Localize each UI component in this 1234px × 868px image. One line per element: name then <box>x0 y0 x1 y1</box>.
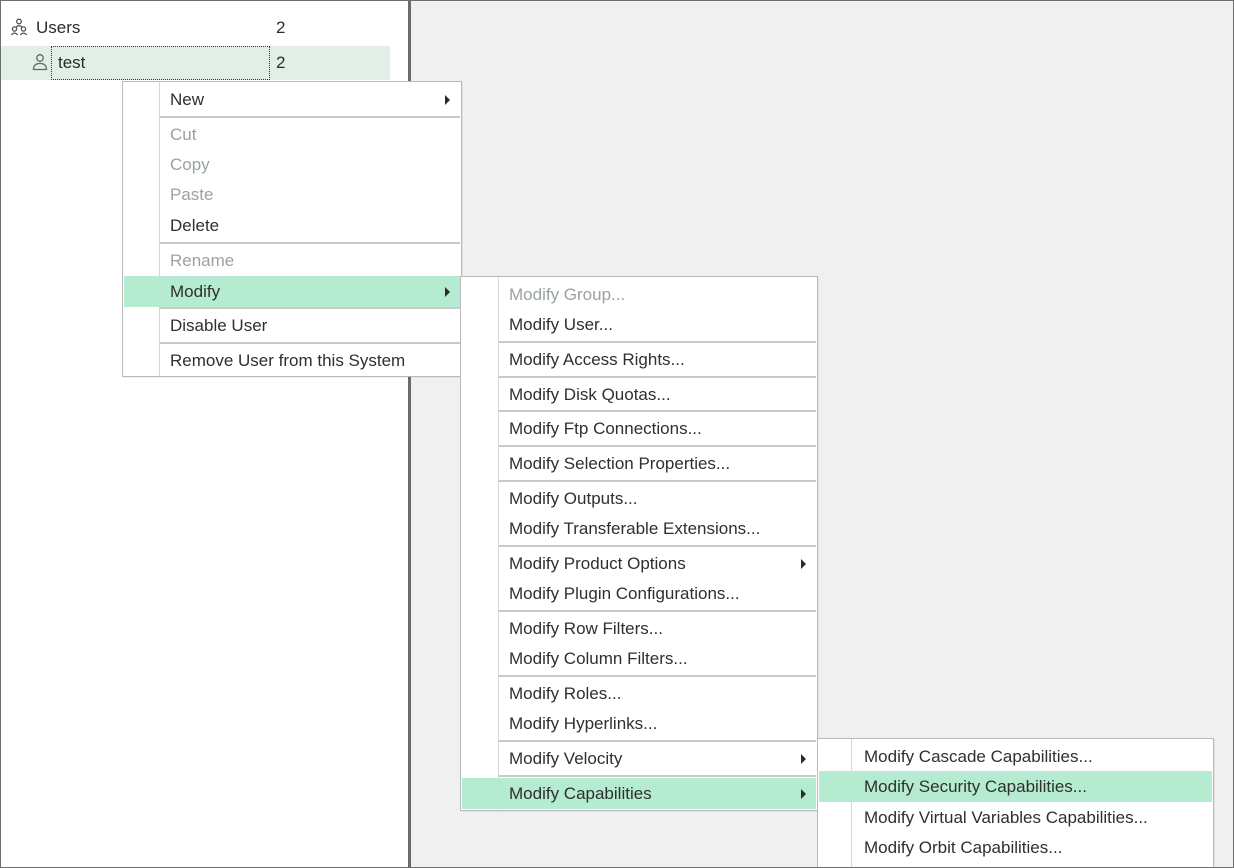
menu-item-modify-cascade-capabilities[interactable]: Modify Cascade Capabilities... <box>819 741 1212 772</box>
menu-item-label: Modify Access Rights... <box>509 349 685 369</box>
menu-separator <box>499 376 816 378</box>
menu-item-label: Modify Plugin Configurations... <box>509 583 740 603</box>
menu-item-modify-outputs[interactable]: Modify Outputs... <box>462 483 816 514</box>
menu-item-label: Disable User <box>170 315 268 335</box>
menu-item-remove-user[interactable]: Remove User from this System <box>124 345 460 376</box>
menu-item-label: Modify Velocity <box>509 748 623 768</box>
tree-node-users[interactable]: Users 2 <box>0 11 390 45</box>
context-menu: New Cut Copy Paste Delete Rename Modify … <box>122 81 462 377</box>
menu-separator <box>499 480 816 482</box>
menu-item-label: Modify Security Capabilities... <box>864 776 1087 796</box>
menu-separator <box>499 775 816 777</box>
menu-item-label: Modify Capabilities <box>509 783 652 803</box>
menu-item-label: Modify Ftp Connections... <box>509 418 702 438</box>
tree-node-label: test <box>51 46 270 80</box>
menu-item-rename[interactable]: Rename <box>124 245 460 276</box>
menu-separator <box>499 341 816 343</box>
menu-separator <box>499 740 816 742</box>
menu-item-modify-virtual-variables-capabilities[interactable]: Modify Virtual Variables Capabilities... <box>819 802 1212 833</box>
menu-separator <box>160 116 460 118</box>
menu-item-modify-plugin-configurations[interactable]: Modify Plugin Configurations... <box>462 578 816 609</box>
menu-item-paste[interactable]: Paste <box>124 179 460 210</box>
submenu-arrow-icon <box>801 753 806 764</box>
tree-node-count: 2 <box>276 18 286 37</box>
menu-item-label: Rename <box>170 250 235 270</box>
submenu-arrow-icon <box>801 788 806 799</box>
menu-item-label: Modify Disk Quotas... <box>509 384 671 404</box>
menu-separator <box>160 342 460 344</box>
menu-item-modify[interactable]: Modify <box>124 276 460 307</box>
submenu-arrow-icon <box>445 286 450 297</box>
menu-item-modify-security-capabilities[interactable]: Modify Security Capabilities... <box>819 771 1212 802</box>
menu-item-copy[interactable]: Copy <box>124 149 460 180</box>
menu-item-modify-group[interactable]: Modify Group... <box>462 279 816 310</box>
menu-item-delete[interactable]: Delete <box>124 210 460 241</box>
submenu-arrow-icon <box>801 558 806 569</box>
tree-node-label: Users <box>36 18 81 37</box>
menu-item-label: Modify Roles... <box>509 683 622 703</box>
menu-item-label: Remove User from this System <box>170 350 406 370</box>
menu-item-modify-disk-quotas[interactable]: Modify Disk Quotas... <box>462 379 816 410</box>
tree-node-test[interactable]: test 2 <box>0 46 390 80</box>
menu-item-label: Modify User... <box>509 314 613 334</box>
menu-item-label: Modify Hyperlinks... <box>509 713 658 733</box>
menu-item-modify-orbit-capabilities[interactable]: Modify Orbit Capabilities... <box>819 832 1212 863</box>
menu-item-label: Modify Group... <box>509 284 626 304</box>
menu-item-modify-user[interactable]: Modify User... <box>462 309 816 340</box>
menu-item-new[interactable]: New <box>124 84 460 115</box>
menu-item-label: Modify <box>170 281 221 301</box>
menu-item-modify-roles[interactable]: Modify Roles... <box>462 678 816 709</box>
menu-item-modify-column-filters[interactable]: Modify Column Filters... <box>462 643 816 674</box>
menu-separator <box>499 610 816 612</box>
menu-item-label: Modify Virtual Variables Capabilities... <box>864 807 1148 827</box>
menu-item-label: Copy <box>170 154 210 174</box>
menu-item-modify-product-options[interactable]: Modify Product Options <box>462 548 816 579</box>
tree-node-count: 2 <box>276 53 286 72</box>
menu-separator <box>160 307 460 309</box>
menu-item-label: Modify Column Filters... <box>509 648 688 668</box>
menu-separator <box>499 410 816 412</box>
menu-item-modify-selection-properties[interactable]: Modify Selection Properties... <box>462 448 816 479</box>
menu-item-modify-hyperlinks[interactable]: Modify Hyperlinks... <box>462 708 816 739</box>
menu-separator <box>499 545 816 547</box>
menu-item-label: Cut <box>170 124 197 144</box>
user-icon <box>30 52 50 72</box>
menu-item-modify-velocity[interactable]: Modify Velocity <box>462 743 816 774</box>
menu-item-label: New <box>170 89 205 109</box>
menu-item-label: Modify Product Options <box>509 553 686 573</box>
menu-separator <box>499 445 816 447</box>
capabilities-submenu: Modify Cascade Capabilities... Modify Se… <box>817 738 1214 868</box>
menu-separator <box>499 675 816 677</box>
menu-item-label: Paste <box>170 184 214 204</box>
menu-item-modify-capabilities[interactable]: Modify Capabilities <box>462 778 816 809</box>
menu-item-cut[interactable]: Cut <box>124 119 460 150</box>
menu-item-label: Modify Transferable Extensions... <box>509 518 761 538</box>
user-group-icon <box>9 17 29 37</box>
menu-item-label: Modify Selection Properties... <box>509 453 731 473</box>
submenu-arrow-icon <box>445 94 450 105</box>
menu-item-modify-transferable-extensions[interactable]: Modify Transferable Extensions... <box>462 513 816 544</box>
modify-submenu: Modify Group... Modify User... Modify Ac… <box>460 276 818 811</box>
menu-item-label: Delete <box>170 215 220 235</box>
menu-item-modify-ftp-connections[interactable]: Modify Ftp Connections... <box>462 413 816 444</box>
menu-item-label: Modify Cascade Capabilities... <box>864 746 1093 766</box>
menu-item-label: Modify Row Filters... <box>509 618 663 638</box>
menu-item-modify-row-filters[interactable]: Modify Row Filters... <box>462 613 816 644</box>
menu-item-modify-access-rights[interactable]: Modify Access Rights... <box>462 344 816 375</box>
menu-item-disable-user[interactable]: Disable User <box>124 310 460 341</box>
menu-separator <box>160 242 460 244</box>
menu-item-label: Modify Orbit Capabilities... <box>864 837 1063 857</box>
menu-item-label: Modify Outputs... <box>509 488 638 508</box>
